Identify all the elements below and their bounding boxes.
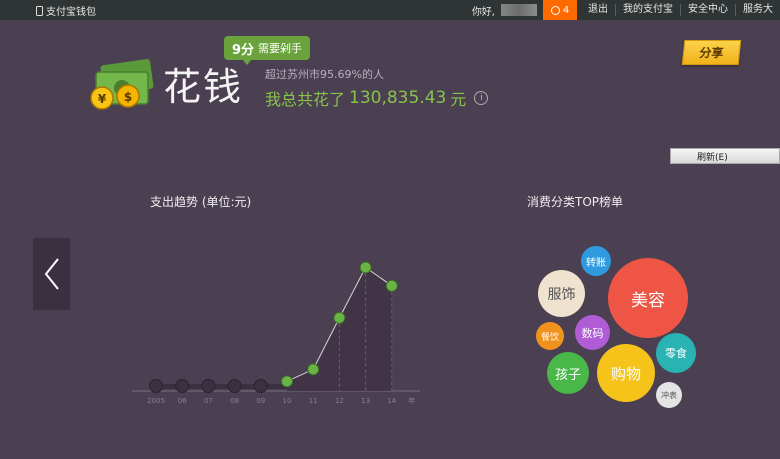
category-bubble[interactable]: 孩子 — [547, 352, 589, 394]
data-point — [359, 261, 372, 274]
data-point — [201, 379, 216, 393]
score-badge: 9分 需要剁手 — [224, 36, 311, 65]
category-bubble[interactable]: 数码 — [575, 315, 610, 350]
alarm-count: 4 — [562, 4, 570, 16]
alarm-clock-icon — [550, 5, 560, 15]
category-bubble[interactable]: 冲表 — [656, 382, 682, 408]
refresh-button[interactable]: 刷新(E) — [670, 148, 780, 164]
x-tick-label: 10 — [283, 397, 292, 405]
money-icon: $ ¥ — [90, 59, 154, 110]
service-link[interactable]: 服务大 — [735, 4, 780, 16]
trend-chart: 2005 06 07 08 09 10 11 12 13 14 年 — [132, 261, 420, 405]
x-tick-label: 09 — [256, 397, 265, 405]
greeting: 你好, — [471, 6, 495, 18]
top-bar: 支付宝钱包 你好, 4 退出 我的支付宝 安全中心 服务大 — [0, 0, 780, 20]
alarm-button[interactable]: 4 — [543, 0, 577, 20]
category-bubble[interactable]: 转账 — [581, 246, 611, 276]
total-unit: 元 — [450, 90, 467, 109]
data-point — [175, 379, 190, 393]
info-icon[interactable]: i — [474, 91, 489, 105]
x-tick-label: 11 — [309, 397, 318, 405]
chevron-left-icon — [44, 258, 59, 290]
x-tick-label: 07 — [204, 397, 213, 405]
x-tick-label: 12 — [335, 397, 344, 405]
x-tick-label: 08 — [230, 397, 239, 405]
trend-title: 支出趋势 (单位:元) — [150, 195, 252, 209]
wallet-label: 支付宝钱包 — [46, 7, 96, 18]
category-bubble[interactable]: 餐饮 — [536, 322, 564, 350]
wallet-link[interactable]: 支付宝钱包 — [36, 3, 96, 18]
svg-text:¥: ¥ — [98, 92, 107, 106]
data-point — [253, 379, 268, 393]
data-point — [227, 379, 242, 393]
beat-percentage: 超过苏州市95.69%的人 — [265, 68, 384, 81]
score-label: 需要剁手 — [258, 42, 303, 55]
category-bubble[interactable]: 购物 — [597, 344, 655, 402]
logout-link[interactable]: 退出 — [581, 4, 615, 16]
username-blurred — [501, 4, 537, 16]
x-axis-unit: 年 — [408, 396, 415, 405]
data-point — [333, 311, 346, 324]
data-point — [307, 363, 320, 376]
security-center-link[interactable]: 安全中心 — [680, 4, 735, 16]
category-bubble[interactable]: 服饰 — [538, 270, 585, 317]
svg-text:$: $ — [124, 90, 132, 104]
category-bubble[interactable]: 零食 — [656, 333, 696, 373]
x-tick-label: 2005 — [147, 397, 165, 405]
total-prefix: 我总共花了 — [265, 90, 346, 109]
x-tick-label: 14 — [387, 397, 396, 405]
top-categories-title: 消费分类TOP榜单 — [527, 195, 624, 209]
category-bubbles: 美容 服饰 转账数码 餐饮 孩子 购物 零食冲表 — [525, 240, 705, 412]
total-amount: 130,835.43 — [349, 88, 447, 108]
share-button[interactable]: 分享 — [681, 40, 742, 65]
category-bubble[interactable]: 美容 — [608, 258, 688, 338]
x-tick-label: 13 — [361, 397, 370, 405]
prev-button[interactable] — [33, 238, 70, 310]
data-point — [149, 379, 163, 393]
score-value: 9分 — [232, 42, 255, 58]
data-point — [281, 375, 293, 388]
phone-icon — [36, 5, 43, 16]
x-tick-label: 06 — [178, 397, 187, 405]
my-alipay-link[interactable]: 我的支付宝 — [615, 4, 680, 16]
total-spent: 我总共花了 130,835.43 元 i — [265, 86, 489, 110]
data-point — [385, 279, 398, 292]
page-title: 花钱 — [163, 65, 244, 109]
